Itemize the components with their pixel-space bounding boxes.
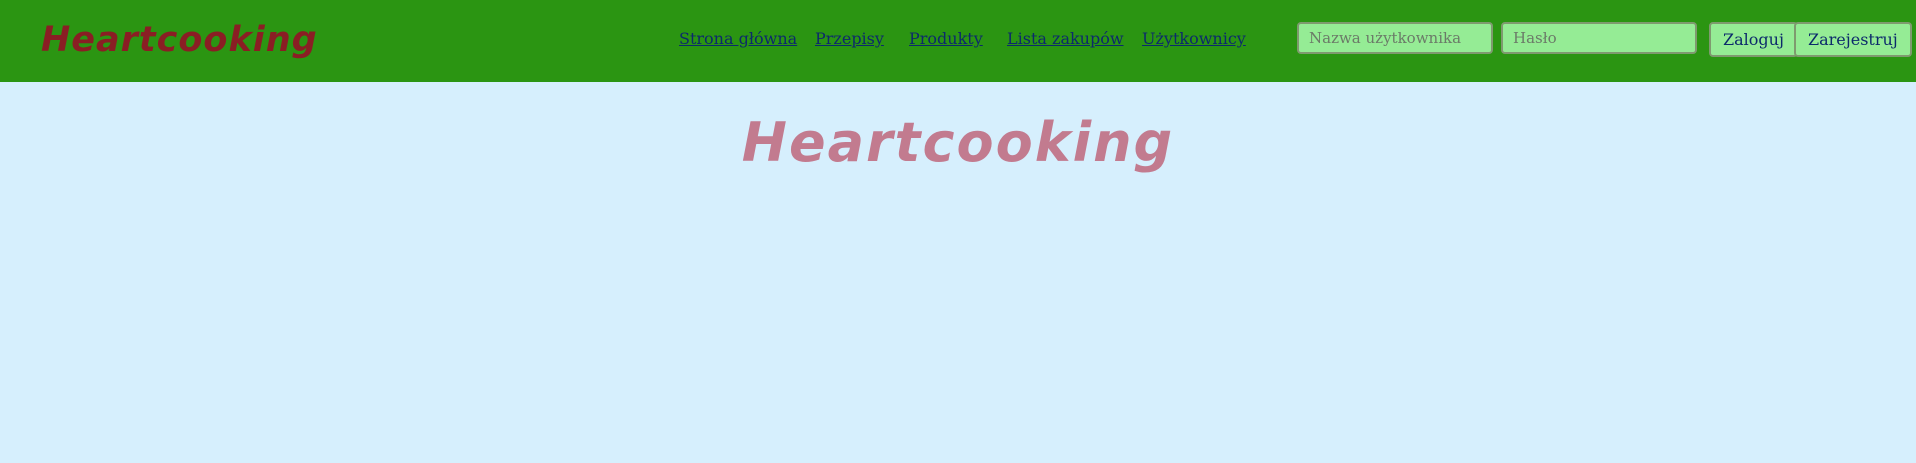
nav-link-users[interactable]: Użytkownicy: [1142, 28, 1246, 50]
username-input[interactable]: [1297, 22, 1493, 54]
register-button[interactable]: Zarejestruj: [1794, 22, 1912, 57]
nav-link-home[interactable]: Strona główna: [679, 28, 797, 50]
nav-link-recipes[interactable]: Przepisy: [815, 28, 884, 50]
password-input[interactable]: [1501, 22, 1697, 54]
nav-link-shopping-list[interactable]: Lista zakupów: [1007, 28, 1124, 50]
top-navbar: Heartcooking Strona główna Przepisy Prod…: [0, 0, 1916, 82]
login-button[interactable]: Zaloguj: [1709, 22, 1798, 57]
nav-link-products[interactable]: Produkty: [909, 28, 983, 50]
brand-logo[interactable]: Heartcooking: [41, 14, 318, 66]
page-title: Heartcooking: [741, 111, 1175, 174]
